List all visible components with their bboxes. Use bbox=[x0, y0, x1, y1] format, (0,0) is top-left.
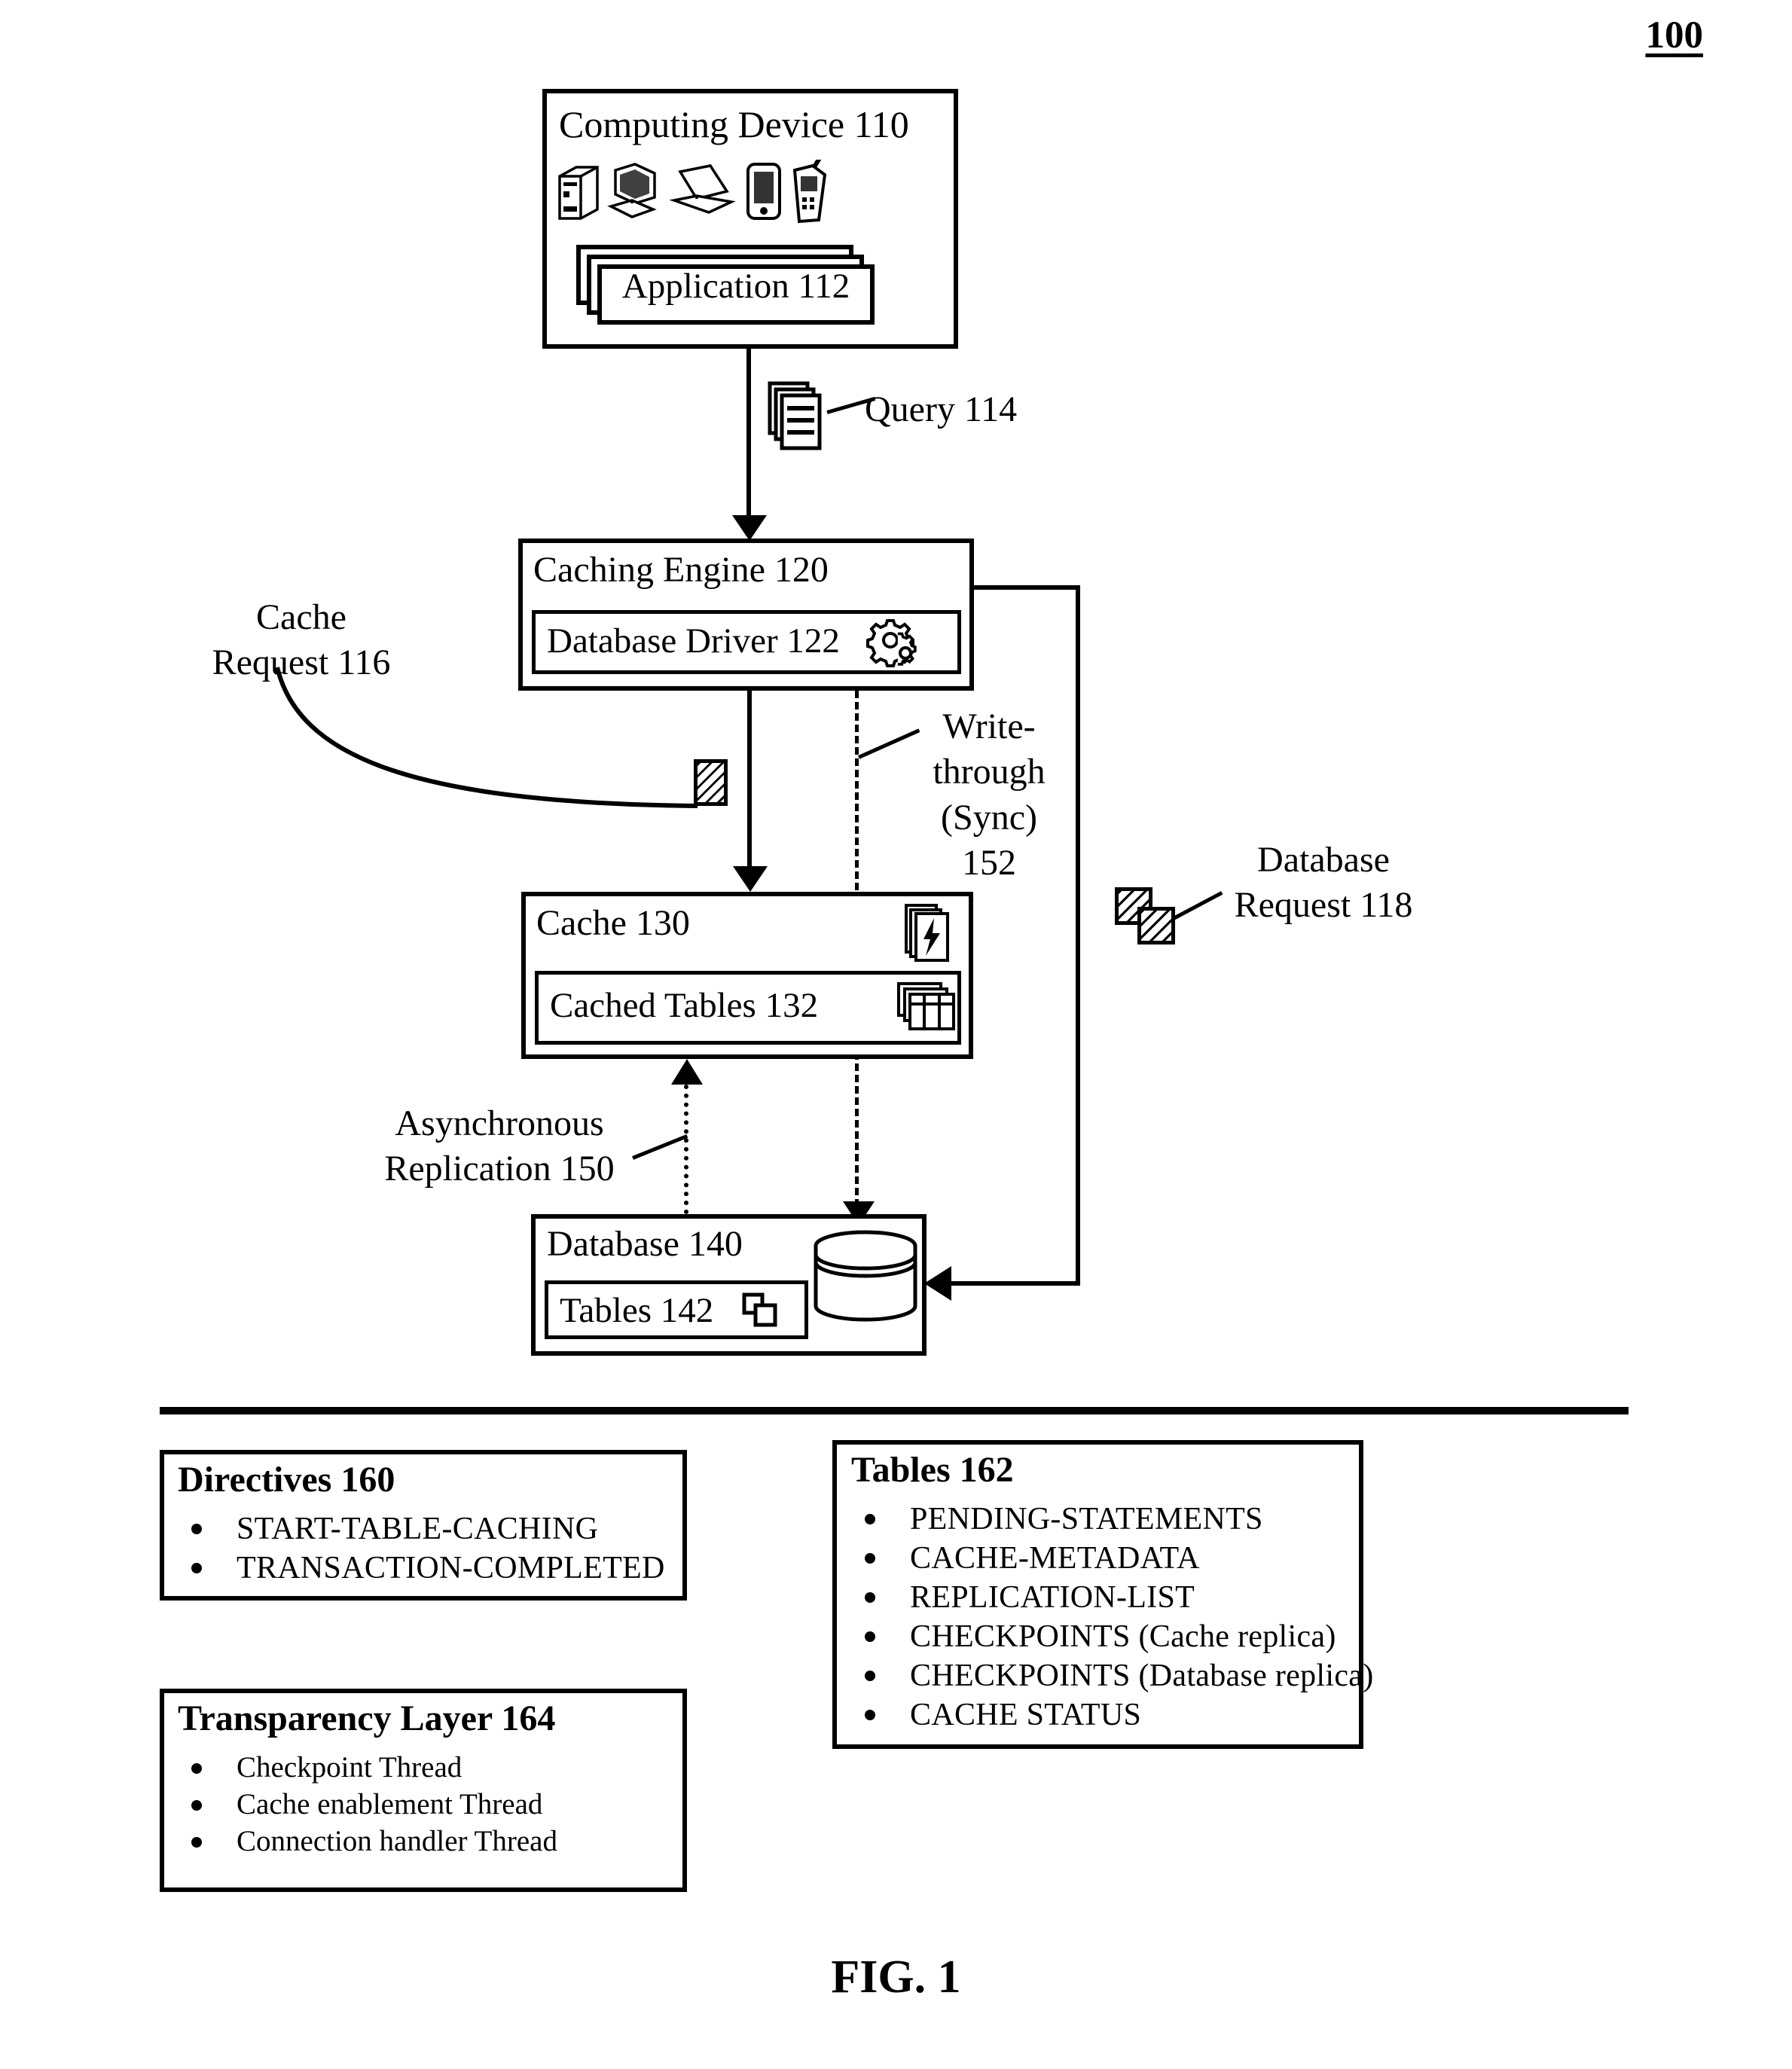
section-divider bbox=[160, 1407, 1629, 1414]
database-request-hatched-square-icon-front bbox=[1137, 907, 1175, 944]
documents-stack-icon bbox=[767, 380, 827, 454]
figure-caption: FIG. 1 bbox=[831, 1952, 961, 2003]
async-replication-label-line1: Asynchronous bbox=[395, 1103, 604, 1143]
list-item: Checkpoint Thread bbox=[178, 1753, 675, 1782]
caching-engine-title: Caching Engine 120 bbox=[533, 550, 829, 590]
list-item: CACHE STATUS bbox=[851, 1699, 1356, 1731]
list-item: CHECKPOINTS (Cache replica) bbox=[851, 1621, 1356, 1652]
tables-panel-list: PENDING-STATEMENTS CACHE-METADATA REPLIC… bbox=[851, 1503, 1373, 1738]
return-path-arrow-head bbox=[924, 1266, 951, 1301]
table-grid-icon bbox=[896, 981, 957, 1033]
directives-list: START-TABLE-CACHING TRANSACTION-COMPLETE… bbox=[178, 1513, 675, 1591]
write-through-label-line2: through bbox=[933, 752, 1046, 792]
async-replication-label-line2: Replication 150 bbox=[384, 1149, 615, 1189]
return-path-bottom-segment bbox=[951, 1281, 1080, 1286]
workstation-icon bbox=[607, 163, 657, 218]
list-item: START-TABLE-CACHING bbox=[178, 1513, 675, 1545]
list-item: CHECKPOINTS (Database replica) bbox=[851, 1660, 1373, 1692]
database-request-label-line1: Database bbox=[1257, 840, 1390, 880]
lightning-bolt-pages-icon bbox=[904, 903, 951, 963]
list-item: PENDING-STATEMENTS bbox=[851, 1503, 1356, 1535]
transparency-layer-list: Checkpoint Thread Cache enablement Threa… bbox=[178, 1753, 675, 1863]
figure-reference-number: 100 bbox=[1645, 14, 1704, 56]
pda-icon bbox=[746, 163, 781, 220]
list-item: REPLICATION-LIST bbox=[851, 1582, 1356, 1613]
cache-title: Cache 130 bbox=[536, 903, 690, 943]
async-replication-dotted-line bbox=[684, 1085, 688, 1214]
return-path-vertical-segment bbox=[1076, 585, 1080, 1286]
async-replication-leader-line bbox=[632, 1134, 688, 1160]
list-item: Cache enablement Thread bbox=[178, 1790, 675, 1819]
device-icons-svg bbox=[558, 157, 827, 224]
list-item: Connection handler Thread bbox=[178, 1826, 675, 1856]
application-label: Application 112 bbox=[621, 267, 850, 306]
computing-device-title: Computing Device 110 bbox=[559, 103, 909, 145]
cached-tables-label: Cached Tables 132 bbox=[550, 986, 819, 1025]
write-through-label-line1: Write- bbox=[942, 706, 1036, 746]
query-arrow-shaft bbox=[746, 349, 751, 518]
database-request-label-line2: Request 118 bbox=[1234, 885, 1413, 926]
database-request-label: Database Request 118 bbox=[1214, 838, 1433, 929]
write-through-label: Write- through (Sync) 152 bbox=[910, 704, 1068, 886]
copy-tables-icon bbox=[742, 1292, 778, 1327]
cache-arrow-shaft bbox=[747, 691, 752, 868]
async-replication-label: Asynchronous Replication 150 bbox=[368, 1101, 631, 1192]
cache-request-hatched-square-icon bbox=[694, 759, 728, 806]
query-label: Query 114 bbox=[865, 389, 1018, 429]
computing-device-icon-row bbox=[554, 157, 840, 224]
mobile-phone-icon bbox=[792, 157, 827, 224]
laptop-icon bbox=[669, 164, 736, 214]
desktop-tower-icon bbox=[558, 166, 599, 220]
cache-request-label-line1: Cache bbox=[256, 597, 346, 637]
figure-canvas: 100 Computing Device 110 Application 112… bbox=[0, 0, 1792, 2069]
database-tables-label: Tables 142 bbox=[560, 1291, 714, 1330]
gears-icon bbox=[866, 616, 922, 669]
list-item: CACHE-METADATA bbox=[851, 1543, 1356, 1574]
database-title: Database 140 bbox=[547, 1224, 743, 1264]
database-driver-label: Database Driver 122 bbox=[547, 621, 840, 661]
transparency-layer-title: Transparency Layer 164 bbox=[178, 1698, 556, 1738]
return-path-top-segment bbox=[974, 585, 1080, 590]
write-through-label-line3: (Sync) bbox=[941, 797, 1037, 838]
list-item: TRANSACTION-COMPLETED bbox=[178, 1552, 675, 1584]
cache-arrow-head bbox=[733, 866, 768, 892]
database-cylinder-icon bbox=[812, 1229, 919, 1324]
query-arrow-head bbox=[732, 515, 767, 541]
directives-title: Directives 160 bbox=[178, 1460, 395, 1500]
write-through-label-line4: 152 bbox=[962, 843, 1016, 883]
async-replication-arrow-head bbox=[671, 1059, 703, 1085]
cache-request-leader-curve bbox=[271, 663, 723, 859]
tables-panel-title: Tables 162 bbox=[851, 1450, 1014, 1490]
